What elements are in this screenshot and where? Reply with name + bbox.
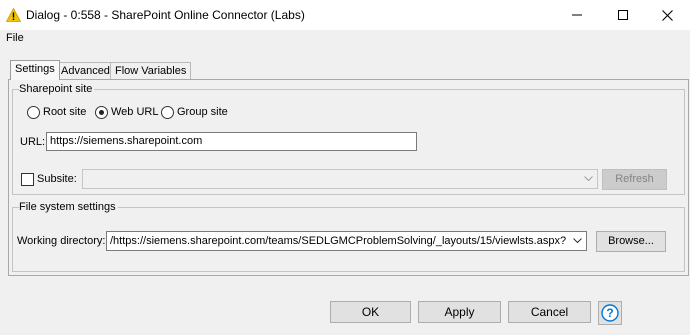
refresh-button[interactable]: Refresh — [602, 169, 667, 190]
sharepoint-site-title: Sharepoint site — [19, 83, 95, 95]
radio-root-site[interactable] — [27, 106, 40, 119]
url-input[interactable]: https://siemens.sharepoint.com — [46, 132, 417, 151]
menu-file[interactable]: File — [6, 32, 24, 44]
title-bar: Dialog - 0:558 - SharePoint Online Conne… — [0, 0, 690, 30]
tab-flow-variables[interactable]: Flow Variables — [110, 62, 192, 79]
apply-button[interactable]: Apply — [418, 301, 501, 323]
browse-button[interactable]: Browse... — [596, 231, 666, 252]
working-directory-value: /https://siemens.sharepoint.com/teams/SE… — [110, 235, 566, 247]
minimize-button[interactable] — [554, 0, 600, 30]
svg-text:?: ? — [606, 306, 613, 320]
ok-button[interactable]: OK — [330, 301, 411, 323]
subsite-select[interactable] — [82, 169, 598, 189]
file-system-title: File system settings — [19, 201, 118, 213]
help-button[interactable]: ? — [598, 301, 622, 325]
tab-advanced[interactable]: Advanced — [56, 62, 115, 79]
radio-web-url[interactable] — [95, 106, 108, 119]
help-icon: ? — [601, 304, 619, 322]
chevron-down-icon — [569, 232, 586, 250]
subsite-checkbox[interactable] — [21, 173, 34, 186]
working-directory-label: Working directory: — [17, 235, 106, 247]
menu-bar: File — [0, 30, 690, 48]
chevron-down-icon — [580, 170, 597, 188]
radio-web-url-label: Web URL — [111, 106, 159, 118]
radio-group-site-label: Group site — [177, 106, 228, 118]
maximize-icon — [618, 10, 628, 20]
cancel-button[interactable]: Cancel — [508, 301, 591, 323]
window-title: Dialog - 0:558 - SharePoint Online Conne… — [26, 8, 305, 22]
radio-root-site-label: Root site — [43, 106, 87, 118]
close-icon — [661, 9, 673, 21]
maximize-button[interactable] — [600, 0, 646, 30]
close-button[interactable] — [644, 0, 690, 30]
subsite-label: Subsite: — [37, 173, 77, 185]
tab-settings[interactable]: Settings — [10, 60, 60, 80]
url-label: URL: — [20, 136, 46, 148]
radio-group-site[interactable] — [161, 106, 174, 119]
warning-icon — [6, 8, 21, 22]
working-directory-select[interactable]: /https://siemens.sharepoint.com/teams/SE… — [106, 231, 587, 251]
settings-panel: Sharepoint site Root site Web URL Group … — [8, 79, 689, 276]
minimize-icon — [572, 14, 582, 16]
